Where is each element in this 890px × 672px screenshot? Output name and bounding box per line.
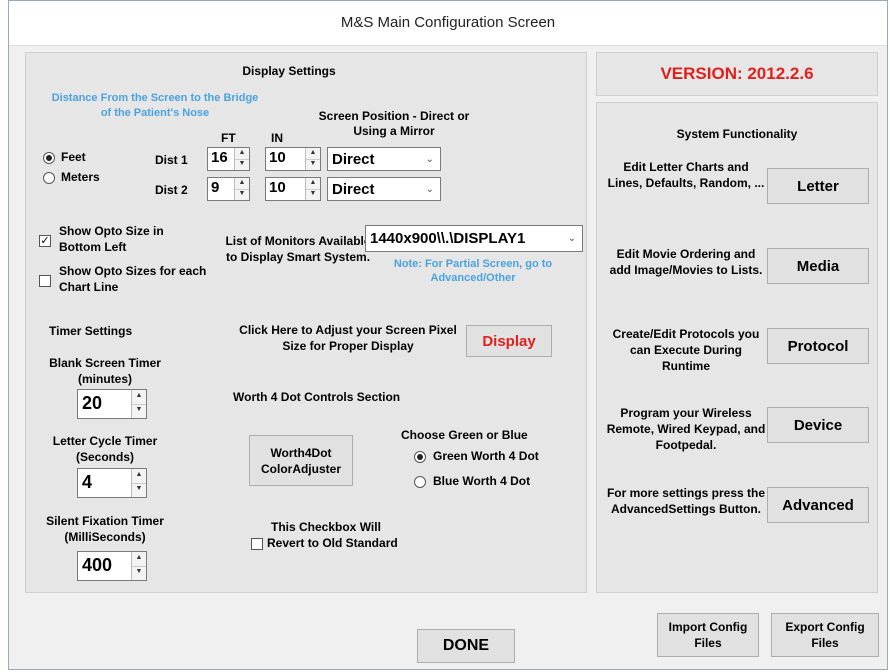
dist1-label: Dist 1	[155, 153, 188, 167]
old-standard-check-label: Revert to Old Standard	[267, 536, 398, 550]
system-heading: System Functionality	[676, 127, 798, 141]
col-in-label: IN	[271, 131, 283, 145]
col-ft-label: FT	[221, 131, 236, 145]
feet-label: Feet	[61, 150, 86, 164]
letter-desc: Edit Letter Charts and Lines, Defaults, …	[607, 160, 765, 190]
distance-label: Distance From the Screen to the Bridge o…	[51, 92, 259, 119]
blank-timer-label: Blank Screen Timer (minutes)	[49, 356, 161, 386]
device-button[interactable]: Device	[767, 407, 869, 443]
screen-position-label: Screen Position - Direct or Using a Mirr…	[318, 109, 470, 138]
display-settings-heading: Display Settings	[242, 64, 336, 78]
device-desc: Program your Wireless Remote, Wired Keyp…	[606, 406, 766, 452]
show-opto-bottom-left-label: Show Opto Size in Bottom Left	[59, 224, 164, 254]
silent-timer-label: Silent Fixation Timer (MilliSeconds)	[46, 514, 164, 544]
feet-radio[interactable]	[43, 152, 55, 164]
dist2-in-stepper[interactable]: 10 ▲ ▼	[265, 177, 321, 201]
w4d-heading: Worth 4 Dot Controls Section	[233, 390, 401, 404]
dist2-position-select[interactable]: Direct ⌄	[327, 177, 441, 201]
green-w4d-radio[interactable]	[414, 451, 426, 463]
monitor-note: Note: For Partial Screen, go to Advanced…	[393, 258, 553, 284]
main-window: M&S Main Configuration Screen Display Se…	[8, 0, 888, 670]
protocol-button[interactable]: Protocol	[767, 328, 869, 364]
w4d-color-adjuster-button[interactable]: Worth4Dot ColorAdjuster	[249, 435, 353, 486]
chevron-down-icon: ⌄	[567, 233, 576, 244]
show-opto-each-line-checkbox[interactable]	[39, 275, 51, 287]
media-desc: Edit Movie Ordering and add Image/Movies…	[609, 247, 763, 277]
show-opto-each-line-label: Show Opto Sizes for each Chart Line	[59, 264, 207, 294]
dist2-label: Dist 2	[155, 183, 188, 197]
blank-timer-stepper[interactable]: 20 ▲ ▼	[77, 389, 147, 419]
timer-settings-heading: Timer Settings	[49, 324, 133, 338]
meters-radio[interactable]	[43, 172, 55, 184]
window-title: M&S Main Configuration Screen	[340, 14, 556, 31]
version-text: VERSION: 2012.2.6	[660, 64, 814, 83]
dist2-ft-stepper[interactable]: 9 ▲ ▼	[207, 177, 250, 201]
dist1-in-stepper[interactable]: 10 ▲ ▼	[265, 147, 321, 171]
letter-timer-label: Letter Cycle Timer (Seconds)	[52, 434, 158, 464]
media-button[interactable]: Media	[767, 248, 869, 284]
old-standard-label: This Checkbox Will	[271, 520, 381, 534]
dist1-ft-stepper[interactable]: 16 ▲ ▼	[207, 147, 250, 171]
monitor-select[interactable]: 1440x900\\.\DISPLAY1 ⌄	[365, 225, 583, 252]
advanced-desc: For more settings press the AdvancedSett…	[606, 486, 766, 516]
old-standard-checkbox[interactable]	[251, 538, 263, 550]
blue-w4d-label: Blue Worth 4 Dot	[433, 474, 531, 488]
dist1-position-select[interactable]: Direct ⌄	[327, 147, 441, 171]
show-opto-bottom-left-checkbox[interactable]: ✓	[39, 235, 51, 247]
letter-button[interactable]: Letter	[767, 168, 869, 204]
export-config-button[interactable]: Export Config Files	[771, 613, 879, 657]
advanced-button[interactable]: Advanced	[767, 487, 869, 523]
chevron-down-icon: ⌄	[425, 184, 434, 195]
title-bar: M&S Main Configuration Screen	[9, 1, 887, 46]
meters-label: Meters	[61, 170, 100, 184]
monitors-label: List of Monitors Available to Display Sm…	[225, 234, 371, 264]
letter-timer-stepper[interactable]: 4 ▲ ▼	[77, 468, 147, 498]
chevron-down-icon: ⌄	[425, 154, 434, 165]
pixel-size-label: Click Here to Adjust your Screen Pixel S…	[239, 323, 457, 353]
done-button[interactable]: DONE	[417, 629, 515, 663]
green-w4d-label: Green Worth 4 Dot	[433, 449, 539, 463]
w4d-choose-label: Choose Green or Blue	[401, 428, 528, 442]
import-config-button[interactable]: Import Config Files	[657, 613, 759, 657]
display-button[interactable]: Display	[466, 325, 552, 357]
protocol-desc: Create/Edit Protocols you can Execute Du…	[612, 327, 760, 373]
blue-w4d-radio[interactable]	[414, 476, 426, 488]
silent-timer-stepper[interactable]: 400 ▲ ▼	[77, 551, 147, 581]
